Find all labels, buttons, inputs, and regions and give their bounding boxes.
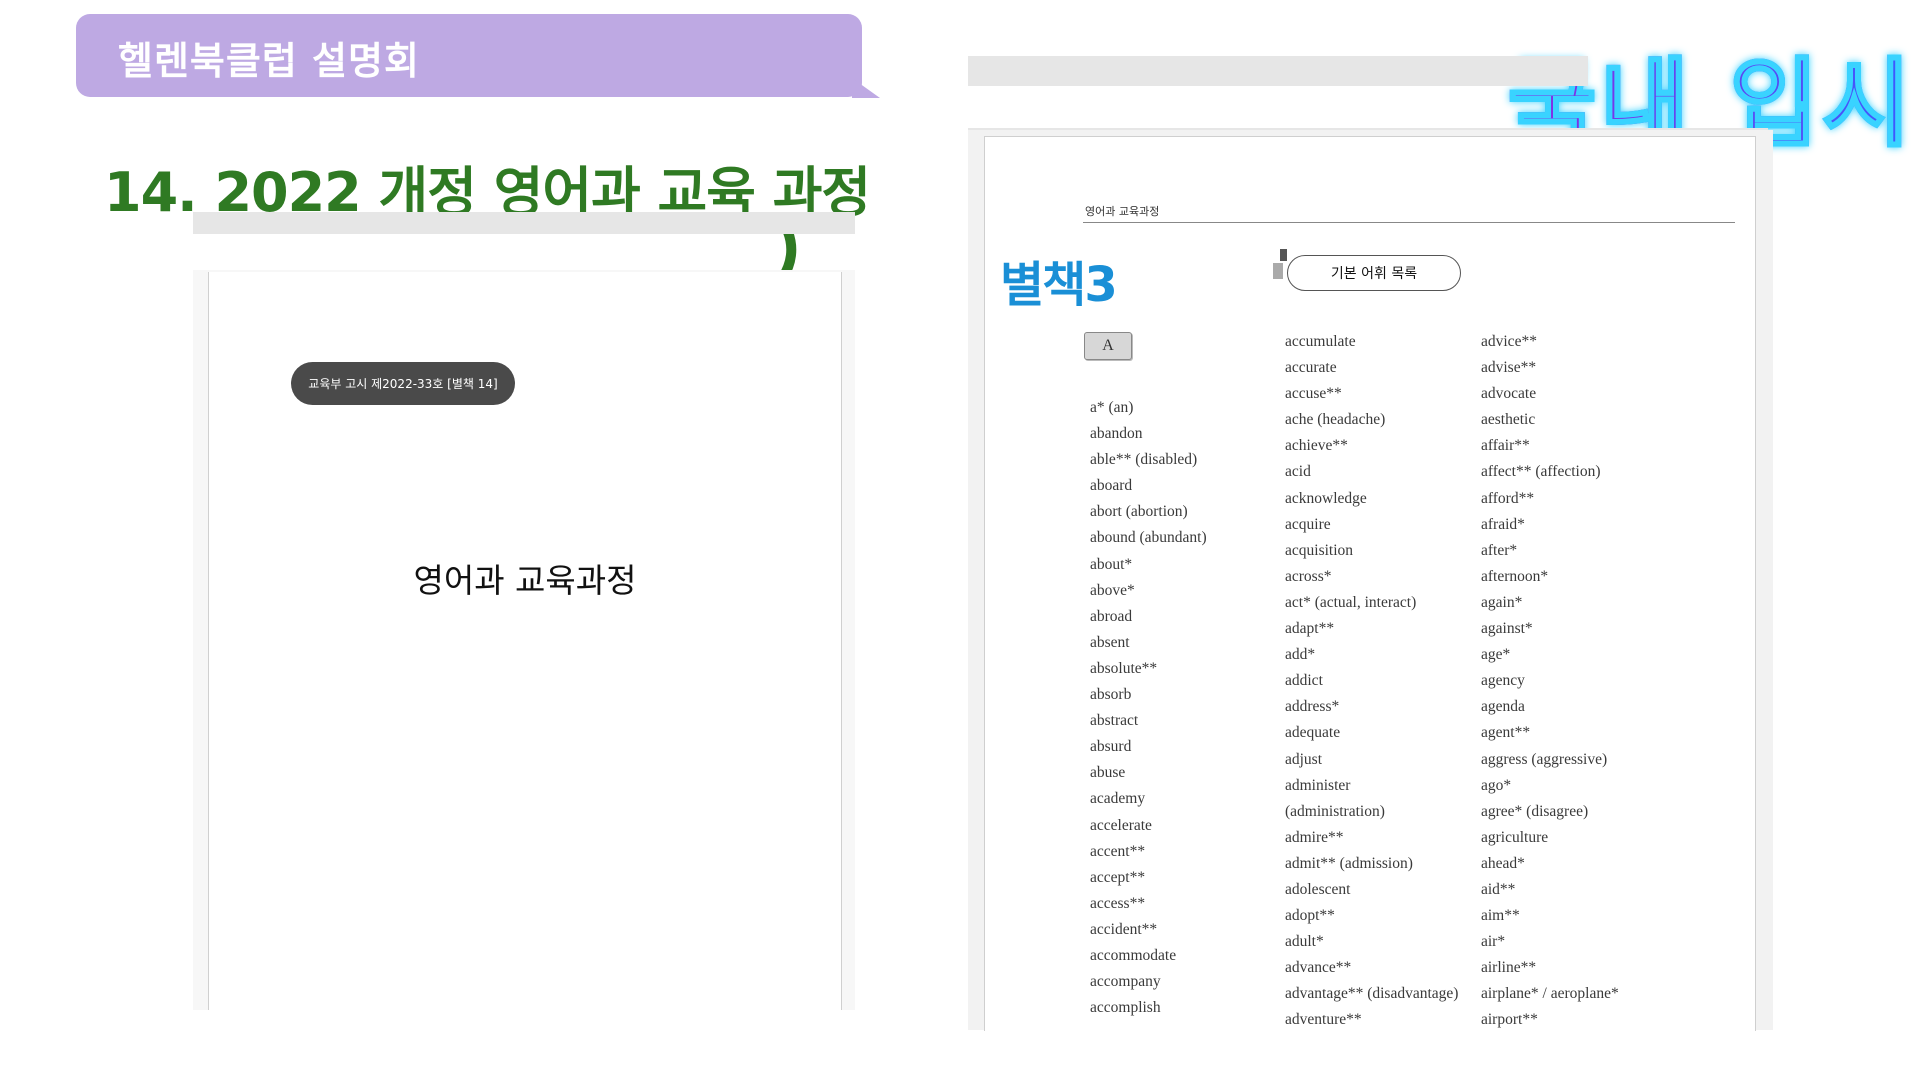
vocab-word: affect** (affection) bbox=[1481, 463, 1601, 481]
vocab-word: access** bbox=[1090, 894, 1146, 912]
letter-heading: A bbox=[1084, 332, 1132, 360]
section-tag: 기본 어휘 목록 bbox=[1287, 255, 1461, 291]
header-rule bbox=[1083, 222, 1735, 223]
vocab-word: administer bbox=[1285, 776, 1351, 794]
vocab-word: adult* bbox=[1285, 933, 1324, 951]
vocab-word: ahead* bbox=[1481, 854, 1525, 872]
vocab-word: accommodate bbox=[1090, 946, 1177, 964]
vocab-word: absent bbox=[1090, 633, 1130, 651]
vocab-word: able** (disabled) bbox=[1090, 451, 1198, 469]
vocab-word: above* bbox=[1090, 581, 1135, 599]
vocab-word: absorb bbox=[1090, 686, 1132, 704]
vocab-word: advice** bbox=[1481, 333, 1537, 350]
vocab-word: aesthetic bbox=[1481, 411, 1536, 429]
vocab-word: ache (headache) bbox=[1285, 411, 1386, 429]
vocab-word: advance** bbox=[1285, 959, 1352, 977]
vocab-word: adventure** bbox=[1285, 1011, 1362, 1029]
vocab-word: afternoon* bbox=[1481, 567, 1549, 585]
vocab-word: accelerate bbox=[1090, 816, 1152, 834]
vocab-word: accent** bbox=[1090, 842, 1146, 860]
vocabulary-page: 영어과 교육과정 별책3 기본 어휘 목록 A a* (an) abandon ab… bbox=[984, 136, 1756, 1031]
notice-badge: 교육부 고시 제2022-33호 [별책 14] bbox=[291, 362, 515, 405]
vocab-word: age* bbox=[1481, 646, 1511, 664]
vocab-word: afford** bbox=[1481, 489, 1535, 507]
vocab-word: adopt** bbox=[1285, 907, 1335, 925]
vocab-word: acid bbox=[1285, 463, 1311, 481]
vocab-word: abound (abundant) bbox=[1090, 529, 1207, 547]
vocab-word: airline** bbox=[1481, 959, 1537, 977]
vocab-word: about* bbox=[1090, 555, 1133, 573]
vocab-word: accuse** bbox=[1285, 385, 1342, 403]
vocab-word: admire** bbox=[1285, 828, 1344, 846]
vocab-word: across* bbox=[1285, 567, 1332, 585]
vocab-word: against* bbox=[1481, 620, 1533, 638]
vocab-word: afraid* bbox=[1481, 515, 1525, 533]
vocab-word: adapt** bbox=[1285, 620, 1335, 638]
tag-decoration bbox=[1280, 249, 1287, 261]
banner-title: 헬렌북클럽 설명회 bbox=[118, 39, 420, 83]
vocab-word: advocate bbox=[1481, 385, 1537, 403]
vocab-word: addict bbox=[1285, 672, 1323, 690]
vocab-word: aim** bbox=[1481, 907, 1520, 925]
vocab-word: a* (an) bbox=[1090, 399, 1134, 416]
vocab-word: advantage** (disadvantage) bbox=[1285, 985, 1459, 1003]
word-column-2: accumulate accurate accuse** ache (headache… bbox=[1285, 329, 1458, 1031]
vocab-word: absolute** bbox=[1090, 659, 1158, 677]
vocab-word: academy bbox=[1090, 790, 1146, 808]
vocab-word: advise** bbox=[1481, 359, 1537, 377]
appendix-label: 별책3 bbox=[1000, 257, 1118, 313]
vocab-word: aggress (aggressive) bbox=[1481, 750, 1608, 768]
vocab-word: agenda bbox=[1481, 698, 1525, 716]
vocab-word: adequate bbox=[1285, 724, 1341, 742]
vocab-word: accurate bbox=[1285, 359, 1337, 377]
word-column-1: a* (an) abandon able** (disabled) aboard abo… bbox=[1090, 395, 1207, 1021]
vocab-word: affair** bbox=[1481, 437, 1530, 455]
vocab-word: agree* (disagree) bbox=[1481, 802, 1589, 820]
vocab-word: abuse bbox=[1090, 764, 1126, 782]
word-column-3: advice** advise** advocate aesthetic affair*… bbox=[1481, 329, 1619, 1031]
left-document-page: 교육부 고시 제2022-33호 [별책 14] 영어과 교육과정 bbox=[208, 272, 842, 1010]
vocab-word: after* bbox=[1481, 541, 1518, 559]
vocab-word: admit** (admission) bbox=[1285, 854, 1413, 872]
vocab-word: agency bbox=[1481, 672, 1525, 690]
vocab-word: add* bbox=[1285, 646, 1316, 664]
vocab-word: act* (actual, interact) bbox=[1285, 593, 1417, 611]
left-doc-top-bar bbox=[193, 212, 855, 234]
vocab-word: (administration) bbox=[1285, 802, 1385, 820]
vocab-word: agent** bbox=[1481, 724, 1531, 742]
vocab-word: accomplish bbox=[1090, 999, 1161, 1017]
vocab-word: abandon bbox=[1090, 425, 1143, 443]
vocab-word: accept** bbox=[1090, 868, 1146, 886]
vocab-word: aid** bbox=[1481, 880, 1516, 898]
right-doc-top-bar bbox=[968, 56, 1588, 86]
vocab-word: aboard bbox=[1090, 477, 1133, 495]
vocab-word: airport** bbox=[1481, 1011, 1538, 1029]
vocab-word: air* bbox=[1481, 933, 1506, 951]
tag-decoration bbox=[1273, 263, 1283, 279]
vocab-word: again* bbox=[1481, 593, 1523, 611]
vocab-word: adolescent bbox=[1285, 880, 1351, 898]
vocab-word: agriculture bbox=[1481, 828, 1549, 846]
vocab-word: accompany bbox=[1090, 973, 1161, 991]
vocab-word: acquire bbox=[1285, 515, 1331, 533]
vocab-word: address* bbox=[1285, 698, 1340, 716]
vocab-word: abroad bbox=[1090, 607, 1133, 625]
vocab-word: ago* bbox=[1481, 776, 1512, 794]
document-title: 영어과 교육과정 bbox=[413, 561, 637, 600]
vocab-word: absurd bbox=[1090, 738, 1132, 756]
vocab-word: abstract bbox=[1090, 712, 1139, 730]
vocab-word: achieve** bbox=[1285, 437, 1348, 455]
vocab-word: accumulate bbox=[1285, 333, 1356, 350]
vocab-word: abort (abortion) bbox=[1090, 503, 1188, 521]
vocab-word: accident** bbox=[1090, 920, 1158, 938]
header-banner: 헬렌북클럽 설명회 bbox=[76, 14, 862, 97]
running-head: 영어과 교육과정 bbox=[1085, 205, 1160, 218]
vocab-word: acknowledge bbox=[1285, 489, 1367, 507]
vocab-word: adjust bbox=[1285, 750, 1323, 768]
vocab-word: acquisition bbox=[1285, 541, 1354, 559]
vocab-word: airplane* / aeroplane* bbox=[1481, 985, 1619, 1003]
